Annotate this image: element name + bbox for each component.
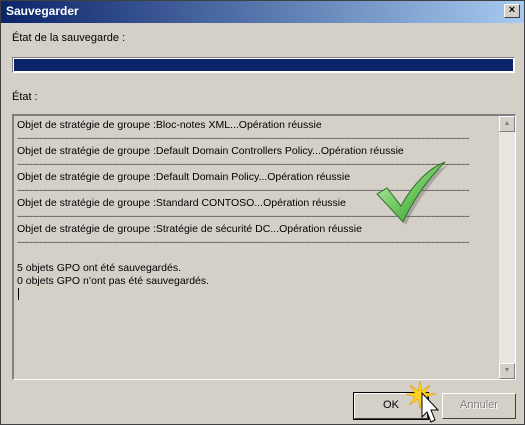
close-icon: × (508, 4, 516, 16)
arrow-down-icon: ▼ (503, 367, 511, 374)
window-title: Sauvegarder (6, 4, 79, 18)
progress-bar (12, 57, 515, 73)
scroll-down-button[interactable]: ▼ (499, 363, 515, 379)
green-checkmark-icon (376, 161, 448, 225)
title-bar[interactable]: Sauvegarder × (1, 1, 524, 23)
log-scrollbar[interactable]: ▲ ▼ (499, 116, 515, 379)
state-label: État : (12, 91, 38, 103)
log-separator: ----------------------------------------… (17, 237, 469, 247)
log-separator: ----------------------------------------… (17, 133, 469, 143)
text-caret (18, 288, 19, 300)
mouse-pointer-icon (406, 380, 440, 423)
backup-status-label: État de la sauvegarde : (12, 32, 126, 44)
arrow-up-icon: ▲ (503, 120, 511, 127)
close-button[interactable]: × (504, 4, 520, 18)
log-line: Objet de stratégie de groupe :Default Do… (17, 145, 404, 157)
summary-saved: 5 objets GPO ont été sauvegardés. (17, 262, 182, 274)
cancel-button[interactable]: Annuler (442, 393, 516, 419)
log-blank-line (17, 249, 495, 262)
summary-not-saved: 0 objets GPO n’ont pas été sauvegardés. (17, 275, 210, 287)
log-textarea[interactable]: Objet de stratégie de groupe :Bloc-notes… (12, 114, 516, 380)
progress-bar-fill (14, 59, 513, 71)
log-line: Objet de stratégie de groupe :Bloc-notes… (17, 119, 322, 131)
backup-dialog-window: Sauvegarder × État de la sauvegarde : Ét… (0, 0, 525, 425)
scroll-up-button[interactable]: ▲ (499, 116, 515, 132)
